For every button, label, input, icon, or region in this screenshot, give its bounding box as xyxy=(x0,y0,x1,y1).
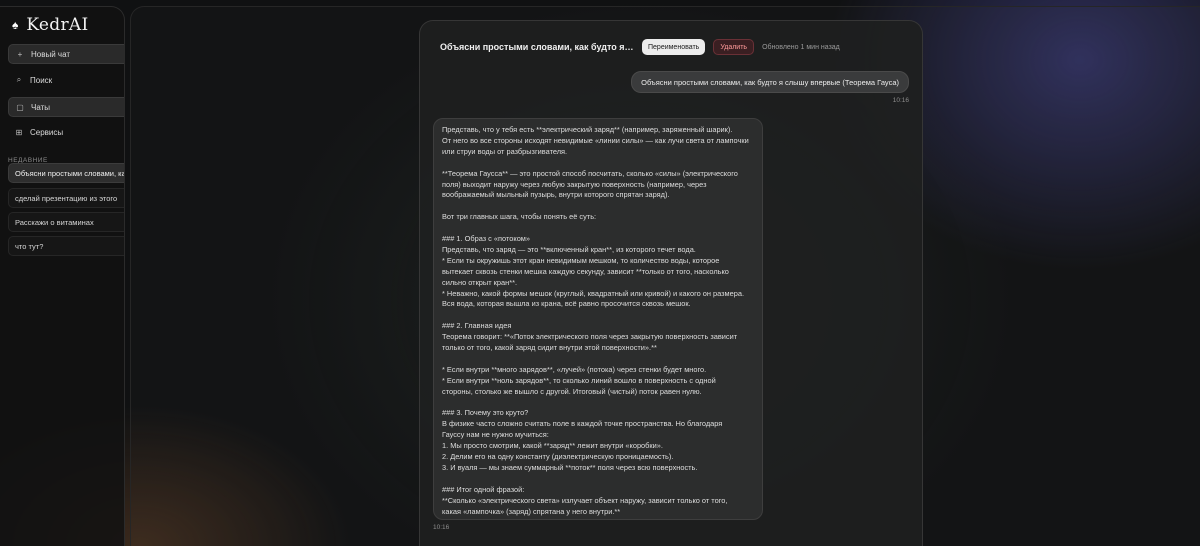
assistant-message-line xyxy=(442,201,754,212)
assistant-message-line xyxy=(442,474,754,485)
user-message-time: 10:16 xyxy=(892,97,909,104)
assistant-message-line: От него во все стороны исходят невидимые… xyxy=(442,135,749,145)
assistant-message-line: Представь, что заряд — это **включенный … xyxy=(442,244,696,254)
new-chat-label: Новый чат xyxy=(31,49,71,59)
assistant-message-line: какая «лампочка» (заряд) спрятана у него… xyxy=(442,506,621,516)
grid-icon: ⊞ xyxy=(15,127,23,137)
assistant-message-line: или струи воды от разбрызгивателя. xyxy=(442,146,568,156)
assistant-message-line: ### 3. Почему это круто? xyxy=(442,408,529,418)
assistant-message: Представь, что у тебя есть **электрическ… xyxy=(433,118,763,520)
recent-chat-item[interactable]: Объясни простыми словами, как будто я сл… xyxy=(8,163,124,183)
assistant-message-line: * Если внутри **много зарядов**, «лучей»… xyxy=(442,364,707,374)
assistant-message-line: вытекает сквозь стенки мешка каждую секу… xyxy=(442,266,729,276)
delete-button[interactable]: Удалить xyxy=(713,39,755,55)
assistant-message-line: 1. Мы просто смотрим, какой **заряд** ле… xyxy=(442,441,663,451)
rename-button[interactable]: Переименовать xyxy=(642,39,706,55)
chat-header: Объясни простыми словами, как будто я сл… xyxy=(440,38,902,56)
chat-bubble-icon: ▢ xyxy=(16,102,24,112)
assistant-message-line xyxy=(442,310,754,321)
assistant-message-line: воображаемый мыльный пузырь, внутри кото… xyxy=(442,190,670,200)
chats-label: Чаты xyxy=(31,102,51,112)
assistant-message-line: * Если внутри **ноль зарядов**, то сколь… xyxy=(442,375,716,385)
recent-chat-item[interactable]: что тут? xyxy=(8,236,124,256)
updated-status: Обновлено 1 мин назад xyxy=(762,43,840,51)
assistant-message-line: ### 2. Главная идея xyxy=(442,321,512,331)
assistant-message-line: 2. Делим его на одну константу (диэлектр… xyxy=(442,452,674,462)
assistant-message-time: 10:16 xyxy=(433,524,450,531)
recent-chat-item[interactable]: сделай презентацию из этого xyxy=(8,188,124,208)
services-button[interactable]: ⊞ Сервисы xyxy=(8,122,124,142)
assistant-message-line: только от того, какой заряд сидит внутри… xyxy=(442,343,657,353)
assistant-message-line: **Теорема Гаусса** — это простой способ … xyxy=(442,168,738,178)
assistant-message-line xyxy=(442,398,754,409)
assistant-message-line xyxy=(442,223,754,234)
assistant-message-line: В физике часто сложно считать поле в каж… xyxy=(442,419,723,429)
brand[interactable]: ♠ KedrAI xyxy=(12,15,88,35)
chats-button[interactable]: ▢ Чаты xyxy=(8,97,124,117)
assistant-message-line: **Сколько «электрического света» излучае… xyxy=(442,495,728,505)
search-label: Поиск xyxy=(30,75,53,85)
assistant-message-line: Вот три главных шага, чтобы понять её су… xyxy=(442,212,597,222)
brand-name: KedrAI xyxy=(26,15,89,35)
user-message: Объясни простыми словами, как будто я сл… xyxy=(631,71,909,93)
assistant-message-line: ### Итог одной фразой: xyxy=(442,484,525,494)
chat-title: Объясни простыми словами, как будто я сл… xyxy=(440,42,634,52)
assistant-message-line: 3. И вуаля — мы знаем суммарный **поток*… xyxy=(442,463,698,472)
recent-chat-item[interactable]: Расскажи о витаминах xyxy=(8,212,124,232)
assistant-message-line: сильно открыт кран**. xyxy=(442,277,517,287)
assistant-message-line xyxy=(442,354,754,365)
assistant-message-line: * Если ты окружишь этот кран невидимым м… xyxy=(442,255,720,265)
sidebar: ♠ KedrAI + Новый чат ⌕ Поиск ▢ Чаты ⊞ Се… xyxy=(0,6,125,546)
plus-icon: + xyxy=(17,49,23,59)
assistant-message-line: стороны, столько же вышло с другой. Итог… xyxy=(442,386,702,396)
search-button[interactable]: ⌕ Поиск xyxy=(8,70,124,90)
assistant-message-line: Гауссу нам не нужно мучиться: xyxy=(442,430,549,440)
assistant-message-line: * Неважно, какой формы мешок (круглый, к… xyxy=(442,288,745,298)
chat-card: Объясни простыми словами, как будто я сл… xyxy=(419,20,923,546)
services-label: Сервисы xyxy=(30,127,64,137)
assistant-message-line: Теорема говорит: **«Поток электрического… xyxy=(442,332,738,342)
assistant-message-line: ### 1. Образ с «потоком» xyxy=(442,234,531,244)
assistant-message-line: Вся вода, которая вышла из крана, всё ра… xyxy=(442,299,691,309)
new-chat-button[interactable]: + Новый чат xyxy=(8,44,124,64)
assistant-message-line: поля) выходит наружу через любую закрыту… xyxy=(442,179,707,189)
assistant-message-line: Представь, что у тебя есть **электрическ… xyxy=(442,125,733,134)
tree-logo-icon: ♠ xyxy=(12,18,19,32)
assistant-message-line xyxy=(442,158,754,169)
search-icon: ⌕ xyxy=(16,75,22,84)
